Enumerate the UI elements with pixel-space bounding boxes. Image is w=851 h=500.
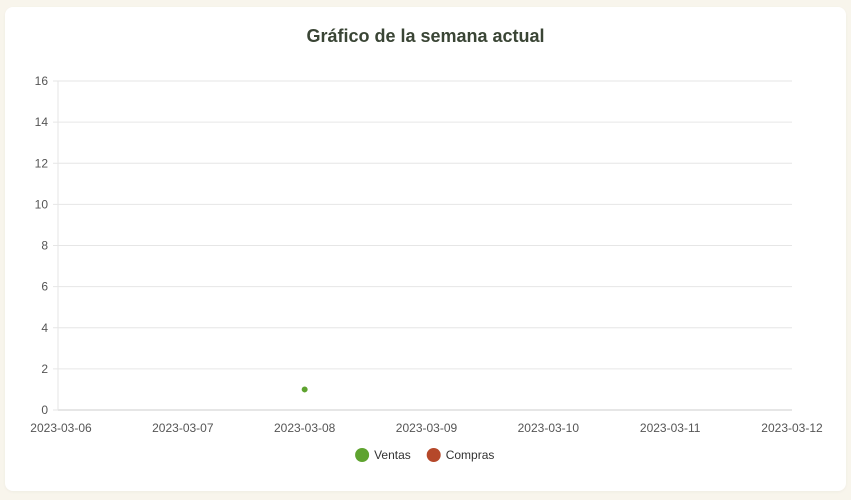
y-tick-label: 14 — [35, 115, 49, 129]
legend-swatch — [355, 448, 370, 462]
legend: Ventas Compras — [355, 448, 494, 462]
y-axis: 0 2 4 6 8 10 12 14 16 — [35, 74, 59, 417]
legend-label: Ventas — [374, 448, 411, 462]
x-tick-label: 2023-03-09 — [396, 421, 458, 435]
grid-layer — [58, 80, 792, 411]
x-axis: 2023-03-06 2023-03-07 2023-03-08 2023-03-09… — [30, 421, 823, 435]
legend-swatch — [426, 448, 441, 462]
y-tick-label: 4 — [41, 321, 48, 335]
y-tick-label: 2 — [41, 362, 48, 376]
y-tick-label: 12 — [35, 156, 49, 170]
data-point-ventas[interactable] — [301, 386, 308, 393]
y-tick-label: 16 — [35, 74, 49, 88]
chart-svg: 0246810121416 2023-03-06 2023-03-07 2023-0… — [30, 74, 823, 462]
x-tick-label: 2023-03-07 — [152, 421, 214, 435]
y-tick-label: 8 — [41, 239, 48, 253]
x-tick-label: 2023-03-10 — [518, 421, 580, 435]
legend-item-ventas[interactable]: Ventas — [355, 448, 411, 462]
legend-item-compras[interactable]: Compras — [426, 448, 495, 462]
x-tick-label: 2023-03-11 — [640, 421, 701, 435]
legend-label: Compras — [446, 448, 495, 462]
y-tick-label: 6 — [41, 280, 48, 294]
x-tick-label: 2023-03-08 — [274, 421, 336, 435]
x-tick-label: 2023-03-12 — [761, 421, 823, 435]
x-tick-label: 2023-03-06 — [30, 421, 92, 435]
series-layer — [301, 386, 308, 393]
y-tick-label: 10 — [35, 197, 49, 211]
y-tick-label: 0 — [41, 403, 48, 417]
